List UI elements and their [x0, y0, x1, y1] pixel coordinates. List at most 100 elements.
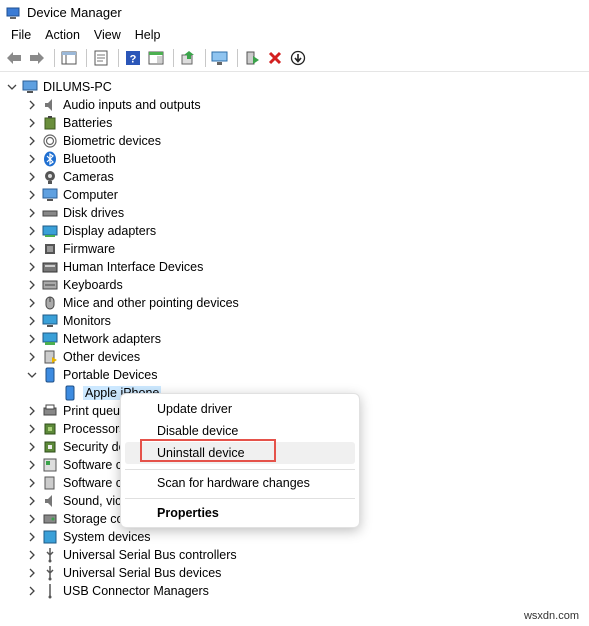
security-icon	[42, 439, 58, 455]
chevron-right-icon[interactable]	[26, 585, 38, 597]
tree-category-row[interactable]: Security de	[26, 438, 126, 456]
chevron-right-icon[interactable]	[26, 207, 38, 219]
menu-file[interactable]: File	[4, 28, 38, 42]
back-icon	[7, 52, 21, 64]
chevron-right-icon[interactable]	[26, 117, 38, 129]
other-devices-icon	[42, 349, 58, 365]
tree-category-row[interactable]: Portable Devices	[26, 366, 158, 384]
category-label: System devices	[63, 530, 151, 544]
chevron-right-icon[interactable]	[26, 315, 38, 327]
tree-category-row[interactable]: Universal Serial Bus controllers	[26, 546, 237, 564]
tree-category-row[interactable]: Other devices	[26, 348, 140, 366]
menu-item-properties[interactable]: Properties	[125, 502, 355, 524]
tree-category-row[interactable]: Bluetooth	[26, 150, 116, 168]
disable-device-button[interactable]	[288, 48, 308, 68]
chevron-right-icon[interactable]	[26, 153, 38, 165]
category-label: Print queu	[63, 404, 120, 418]
menu-help[interactable]: Help	[128, 28, 168, 42]
chevron-down-icon[interactable]	[6, 81, 18, 93]
tree-category-row[interactable]: Human Interface Devices	[26, 258, 203, 276]
tree-category-row[interactable]: Biometric devices	[26, 132, 161, 150]
tree-category-row[interactable]: Cameras	[26, 168, 114, 186]
tree-category-row[interactable]: Disk drives	[26, 204, 124, 222]
tree-category-row[interactable]: Software c	[26, 456, 122, 474]
bluetooth-icon	[42, 151, 58, 167]
chevron-right-icon[interactable]	[26, 531, 38, 543]
category-label: Keyboards	[63, 278, 123, 292]
chevron-right-icon[interactable]	[26, 459, 38, 471]
menu-action[interactable]: Action	[38, 28, 87, 42]
category-label: Software c	[63, 476, 123, 490]
chevron-right-icon[interactable]	[26, 423, 38, 435]
tree-category-row[interactable]: Network adapters	[26, 330, 161, 348]
chevron-right-icon[interactable]	[26, 549, 38, 561]
tree-category-row[interactable]: Print queu	[26, 402, 120, 420]
toolbar-separator	[118, 49, 119, 67]
menu-view[interactable]: View	[87, 28, 128, 42]
chevron-right-icon[interactable]	[26, 477, 38, 489]
chevron-right-icon[interactable]	[26, 225, 38, 237]
svg-text:?: ?	[130, 54, 137, 66]
tree-category-row[interactable]: Sound, vic	[26, 492, 121, 510]
tree-category-row[interactable]: Software c	[26, 474, 122, 492]
tree-category-row[interactable]: Processors	[26, 420, 126, 438]
fingerprint-icon	[42, 133, 58, 149]
chevron-down-icon[interactable]	[26, 369, 38, 381]
forward-button[interactable]	[27, 48, 47, 68]
chevron-right-icon[interactable]	[26, 333, 38, 345]
chevron-right-icon[interactable]	[26, 243, 38, 255]
speaker-icon	[42, 97, 58, 113]
toolbar-separator	[86, 49, 87, 67]
chevron-right-icon[interactable]	[26, 441, 38, 453]
tree-category-row[interactable]: Keyboards	[26, 276, 123, 294]
menu-item-update-driver[interactable]: Update driver	[125, 398, 355, 420]
update-driver-button[interactable]	[178, 48, 198, 68]
category-label: Universal Serial Bus controllers	[63, 548, 237, 562]
tree-category-row[interactable]: USB Connector Managers	[26, 582, 209, 600]
root-label: DILUMS-PC	[43, 80, 112, 94]
toolbar-separator	[237, 49, 238, 67]
back-button[interactable]	[4, 48, 24, 68]
computer-icon	[42, 187, 58, 203]
view-icon	[148, 51, 164, 65]
scan-hardware-label: Scan for hardware changes	[157, 476, 310, 490]
tree-category-row[interactable]: System devices	[26, 528, 151, 546]
chevron-right-icon[interactable]	[26, 567, 38, 579]
chevron-right-icon[interactable]	[26, 99, 38, 111]
tree-category-row[interactable]: Display adapters	[26, 222, 156, 240]
chevron-right-icon[interactable]	[26, 495, 38, 507]
chevron-right-icon[interactable]	[26, 279, 38, 291]
show-hide-console-tree-button[interactable]	[59, 48, 79, 68]
tree-category-row[interactable]: Universal Serial Bus devices	[26, 564, 221, 582]
tree-category-row[interactable]: Storage co	[26, 510, 123, 528]
chevron-right-icon[interactable]	[26, 189, 38, 201]
tree-category-row[interactable]: Firmware	[26, 240, 115, 258]
tree-category-row[interactable]: Mice and other pointing devices	[26, 294, 239, 312]
tree-category-row[interactable]: Monitors	[26, 312, 111, 330]
chevron-right-icon[interactable]	[26, 513, 38, 525]
properties-sheet-icon	[94, 50, 108, 66]
tree-category-row[interactable]: Audio inputs and outputs	[26, 96, 201, 114]
menu-item-scan-hardware[interactable]: Scan for hardware changes	[125, 472, 355, 494]
uninstall-device-button[interactable]	[265, 48, 285, 68]
device-tree[interactable]: DILUMS-PC Audio inputs and outputs Batter…	[0, 77, 589, 626]
scan-hardware-button[interactable]	[210, 48, 230, 68]
chevron-right-icon[interactable]	[26, 351, 38, 363]
tree-category-row[interactable]: Batteries	[26, 114, 112, 132]
chevron-right-icon[interactable]	[26, 261, 38, 273]
storage-controller-icon	[42, 511, 58, 527]
chevron-right-icon[interactable]	[26, 135, 38, 147]
category-label: Audio inputs and outputs	[63, 98, 201, 112]
action-pane-button[interactable]	[146, 48, 166, 68]
category-label: Network adapters	[63, 332, 161, 346]
help-button[interactable]: ?	[123, 48, 143, 68]
tree-root-row[interactable]: DILUMS-PC	[6, 78, 112, 96]
category-label: Other devices	[63, 350, 141, 364]
chevron-right-icon[interactable]	[26, 405, 38, 417]
add-legacy-hardware-button[interactable]	[242, 48, 262, 68]
usb-icon	[42, 547, 58, 563]
tree-category-row[interactable]: Computer	[26, 186, 118, 204]
chevron-right-icon[interactable]	[26, 297, 38, 309]
properties-button[interactable]	[91, 48, 111, 68]
chevron-right-icon[interactable]	[26, 171, 38, 183]
